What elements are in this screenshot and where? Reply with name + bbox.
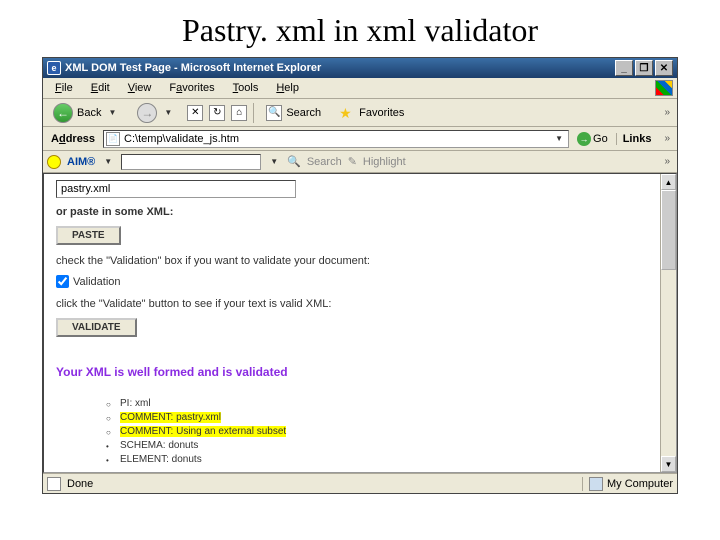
aim-icon: [47, 155, 61, 169]
aim-search-label[interactable]: Search: [307, 156, 342, 168]
menu-favorites[interactable]: Favorites: [161, 80, 222, 96]
scroll-thumb[interactable]: [661, 190, 676, 270]
xml-file-input[interactable]: [56, 180, 296, 198]
chevron-down-icon[interactable]: ▼: [552, 134, 566, 143]
result-message: Your XML is well formed and is validated: [56, 365, 664, 379]
home-icon[interactable]: ⌂: [231, 105, 247, 121]
click-instruction: click the "Validate" button to see if yo…: [56, 298, 664, 310]
forward-arrow-icon: →: [137, 103, 157, 123]
check-instruction: check the "Validation" box if you want t…: [56, 255, 664, 267]
page-icon: 📄: [106, 132, 120, 146]
titlebar: e XML DOM Test Page - Microsoft Internet…: [43, 58, 677, 78]
address-bar: Address 📄 C:\temp\validate_js.htm ▼ → Go…: [43, 127, 677, 151]
validate-button[interactable]: VALIDATE: [56, 318, 137, 337]
nav-toolbar: ← Back ▼ → ▼ ✕ ↻ ⌂ 🔍 Search ★ Favorites …: [43, 99, 677, 127]
validation-checkbox[interactable]: [56, 275, 69, 288]
back-button[interactable]: ← Back ▼: [47, 101, 125, 125]
search-button[interactable]: 🔍 Search: [260, 103, 327, 123]
aim-input[interactable]: [121, 154, 261, 170]
aim-highlight-label[interactable]: Highlight: [363, 156, 406, 168]
zone-label: My Computer: [607, 478, 673, 490]
address-value: C:\temp\validate_js.htm: [124, 133, 552, 145]
go-label: Go: [593, 133, 608, 145]
menu-help[interactable]: Help: [268, 80, 307, 96]
highlight-icon: ✎: [348, 155, 357, 168]
chevron-down-icon[interactable]: ▼: [267, 157, 281, 166]
address-input[interactable]: 📄 C:\temp\validate_js.htm ▼: [103, 130, 569, 148]
toolbar-overflow-icon[interactable]: »: [661, 107, 673, 118]
menubar: File Edit View Favorites Tools Help: [43, 78, 677, 99]
result-tree: PI: xml COMMENT: pastry.xml COMMENT: Usi…: [56, 397, 664, 467]
search-label: Search: [286, 107, 321, 119]
forward-button[interactable]: → ▼: [131, 101, 181, 125]
tree-item: COMMENT: Using an external subset: [106, 425, 664, 439]
page-viewport: ▲ ▼ or paste in some XML: PASTE check th…: [43, 173, 677, 473]
tree-item: PI: xml: [106, 397, 664, 411]
scroll-up-icon[interactable]: ▲: [661, 174, 676, 190]
minimize-button[interactable]: _: [615, 60, 633, 76]
tree-item: ELEMENT: donuts: [106, 453, 664, 467]
tree-item: SCHEMA: donuts: [106, 439, 664, 453]
menu-edit[interactable]: Edit: [83, 80, 118, 96]
ie-icon: e: [47, 61, 61, 75]
paste-button[interactable]: PASTE: [56, 226, 121, 245]
tree-item: COMMENT: pastry.xml: [106, 411, 664, 425]
maximize-button[interactable]: ❐: [635, 60, 653, 76]
or-paste-label: or paste in some XML:: [56, 206, 664, 218]
status-bar: Done My Computer: [43, 473, 677, 493]
aim-search-icon: 🔍: [287, 155, 301, 168]
menu-tools[interactable]: Tools: [225, 80, 267, 96]
menu-view[interactable]: View: [120, 80, 160, 96]
page-icon: [47, 477, 61, 491]
chevron-down-icon: ▼: [161, 108, 175, 117]
validation-label: Validation: [73, 276, 121, 288]
status-text: Done: [67, 478, 93, 490]
tree-item-label: COMMENT: Using an external subset: [120, 426, 286, 437]
stop-icon[interactable]: ✕: [187, 105, 203, 121]
browser-window: e XML DOM Test Page - Microsoft Internet…: [42, 57, 678, 494]
security-zone: My Computer: [582, 477, 673, 491]
links-overflow-icon[interactable]: »: [661, 133, 673, 144]
menu-file[interactable]: File: [47, 80, 81, 96]
search-icon: 🔍: [266, 105, 282, 121]
address-label: Address: [47, 133, 99, 145]
chevron-down-icon: ▼: [105, 108, 119, 117]
links-label[interactable]: Links: [616, 133, 658, 145]
chevron-down-icon[interactable]: ▼: [101, 157, 115, 166]
favorites-label: Favorites: [359, 107, 404, 119]
aim-overflow-icon[interactable]: »: [661, 156, 673, 167]
window-title: XML DOM Test Page - Microsoft Internet E…: [65, 62, 321, 74]
back-label: Back: [77, 107, 101, 119]
computer-icon: [589, 477, 603, 491]
star-icon: ★: [339, 105, 355, 121]
go-button[interactable]: → Go: [573, 132, 612, 146]
tree-item-label: COMMENT: pastry.xml: [120, 412, 221, 423]
aim-label[interactable]: AIM®: [67, 156, 95, 168]
back-arrow-icon: ←: [53, 103, 73, 123]
slide-title: Pastry. xml in xml validator: [0, 0, 720, 57]
refresh-icon[interactable]: ↻: [209, 105, 225, 121]
close-button[interactable]: ✕: [655, 60, 673, 76]
aim-toolbar: AIM® ▼ ▼ 🔍 Search ✎ Highlight »: [43, 151, 677, 173]
windows-logo-icon: [655, 80, 673, 96]
go-arrow-icon: →: [577, 132, 591, 146]
favorites-button[interactable]: ★ Favorites: [333, 103, 410, 123]
